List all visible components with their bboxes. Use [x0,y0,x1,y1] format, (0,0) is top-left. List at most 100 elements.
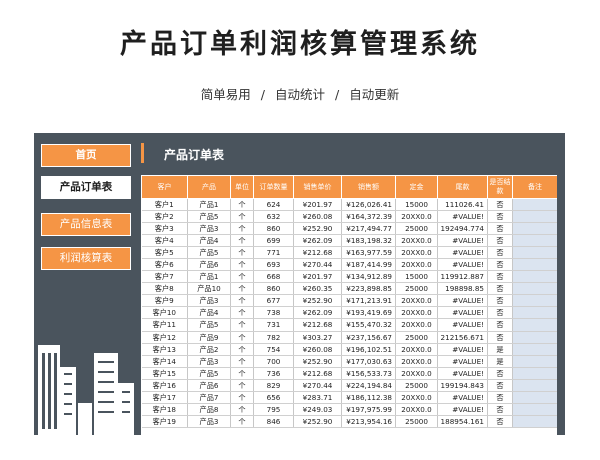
table-cell[interactable]: 个 [230,234,254,248]
table-cell[interactable]: ¥187,414.99 [341,258,396,272]
table-cell[interactable]: 20XX0.0 [395,343,438,356]
note-cell[interactable] [512,210,557,224]
table-cell[interactable]: 20XX0.0 [395,403,438,416]
table-cell[interactable]: 产品5 [187,367,231,380]
table-cell[interactable]: 个 [230,306,254,320]
table-cell[interactable]: 否 [487,282,513,296]
table-cell[interactable]: ¥177,030.63 [341,355,396,368]
table-cell[interactable]: 个 [230,391,254,404]
table-cell[interactable]: 客户3 [141,222,188,236]
table-cell[interactable]: ¥223,898.85 [341,282,396,296]
table-cell[interactable]: 产品3 [187,222,231,236]
table-cell[interactable]: #VALUE! [437,403,488,416]
table-cell[interactable]: 个 [230,318,254,332]
table-cell[interactable]: 192494.774 [437,222,488,236]
note-cell[interactable] [512,234,557,248]
table-cell[interactable]: 25000 [395,222,438,236]
table-cell[interactable]: 产品5 [187,318,231,332]
table-cell[interactable]: 20XX0.0 [395,355,438,368]
table-cell[interactable]: #VALUE! [437,318,488,332]
table-cell[interactable]: ¥201.97 [293,270,342,284]
table-cell[interactable]: #VALUE! [437,246,488,260]
table-cell[interactable]: ¥212.68 [293,367,342,380]
table-cell[interactable]: 客户19 [141,415,188,428]
table-cell[interactable]: 产品3 [187,415,231,428]
table-cell[interactable]: 731 [253,318,294,332]
table-cell[interactable]: 795 [253,403,294,416]
table-cell[interactable]: 产品4 [187,306,231,320]
table-cell[interactable]: 个 [230,355,254,368]
table-cell[interactable]: 否 [487,318,513,332]
table-cell[interactable]: 个 [230,258,254,272]
sidebar-item-product-info[interactable]: 产品信息表 [41,213,131,236]
table-cell[interactable]: 198898.85 [437,282,488,296]
table-cell[interactable]: 否 [487,270,513,284]
table-cell[interactable]: 个 [230,415,254,428]
note-cell[interactable] [512,246,557,260]
table-cell[interactable]: ¥260.35 [293,282,342,296]
table-cell[interactable]: 客户13 [141,343,188,356]
table-cell[interactable]: #VALUE! [437,210,488,224]
table-cell[interactable]: ¥224,194.84 [341,379,396,392]
table-cell[interactable]: 700 [253,355,294,368]
table-cell[interactable]: ¥156,533.73 [341,367,396,380]
table-cell[interactable]: 20XX0.0 [395,258,438,272]
table-cell[interactable]: 客户1 [141,198,188,212]
table-cell[interactable]: 25000 [395,331,438,344]
table-cell[interactable]: 客户4 [141,234,188,248]
table-cell[interactable]: 产品3 [187,294,231,308]
table-cell[interactable]: ¥252.90 [293,222,342,236]
table-cell[interactable]: ¥262.09 [293,234,342,248]
table-cell[interactable]: #VALUE! [437,234,488,248]
note-cell[interactable] [512,403,557,416]
table-cell[interactable]: 产品4 [187,234,231,248]
table-cell[interactable]: ¥196,102.51 [341,343,396,356]
table-cell[interactable]: 产品2 [187,343,231,356]
table-cell[interactable]: 否 [487,415,513,428]
table-cell[interactable]: 客户7 [141,270,188,284]
table-cell[interactable]: 否 [487,403,513,416]
note-cell[interactable] [512,415,557,428]
table-cell[interactable]: ¥262.09 [293,306,342,320]
table-cell[interactable]: 25000 [395,379,438,392]
table-cell[interactable]: 否 [487,198,513,212]
table-cell[interactable]: 771 [253,246,294,260]
table-cell[interactable]: 客户16 [141,379,188,392]
table-cell[interactable]: ¥303.27 [293,331,342,344]
note-cell[interactable] [512,282,557,296]
table-cell[interactable]: ¥193,419.69 [341,306,396,320]
table-cell[interactable]: 20XX0.0 [395,234,438,248]
sidebar-home-button[interactable]: 首页 [41,144,131,167]
table-cell[interactable]: 个 [230,379,254,392]
table-cell[interactable]: ¥212.68 [293,318,342,332]
table-cell[interactable]: 736 [253,367,294,380]
table-cell[interactable]: 212156.671 [437,331,488,344]
table-cell[interactable]: ¥171,213.91 [341,294,396,308]
table-cell[interactable]: 111026.41 [437,198,488,212]
table-cell[interactable]: 产品5 [187,246,231,260]
table-cell[interactable]: 632 [253,210,294,224]
table-cell[interactable]: 否 [487,234,513,248]
table-cell[interactable]: 656 [253,391,294,404]
table-cell[interactable]: 个 [230,367,254,380]
table-cell[interactable]: 20XX0.0 [395,246,438,260]
table-cell[interactable]: 15000 [395,198,438,212]
table-cell[interactable]: ¥260.08 [293,343,342,356]
table-cell[interactable]: ¥283.71 [293,391,342,404]
table-cell[interactable]: #VALUE! [437,343,488,356]
table-cell[interactable]: 产品3 [187,355,231,368]
note-cell[interactable] [512,367,557,380]
table-cell[interactable]: 产品7 [187,391,231,404]
table-cell[interactable]: 20XX0.0 [395,306,438,320]
table-cell[interactable]: 693 [253,258,294,272]
table-cell[interactable]: 25000 [395,282,438,296]
table-cell[interactable]: 是 [487,343,513,356]
table-cell[interactable]: 119912.887 [437,270,488,284]
table-cell[interactable]: ¥155,470.32 [341,318,396,332]
table-cell[interactable]: 客户6 [141,258,188,272]
note-cell[interactable] [512,270,557,284]
table-cell[interactable]: 个 [230,282,254,296]
table-cell[interactable]: 产品5 [187,210,231,224]
table-cell[interactable]: ¥270.44 [293,258,342,272]
table-cell[interactable]: 个 [230,343,254,356]
